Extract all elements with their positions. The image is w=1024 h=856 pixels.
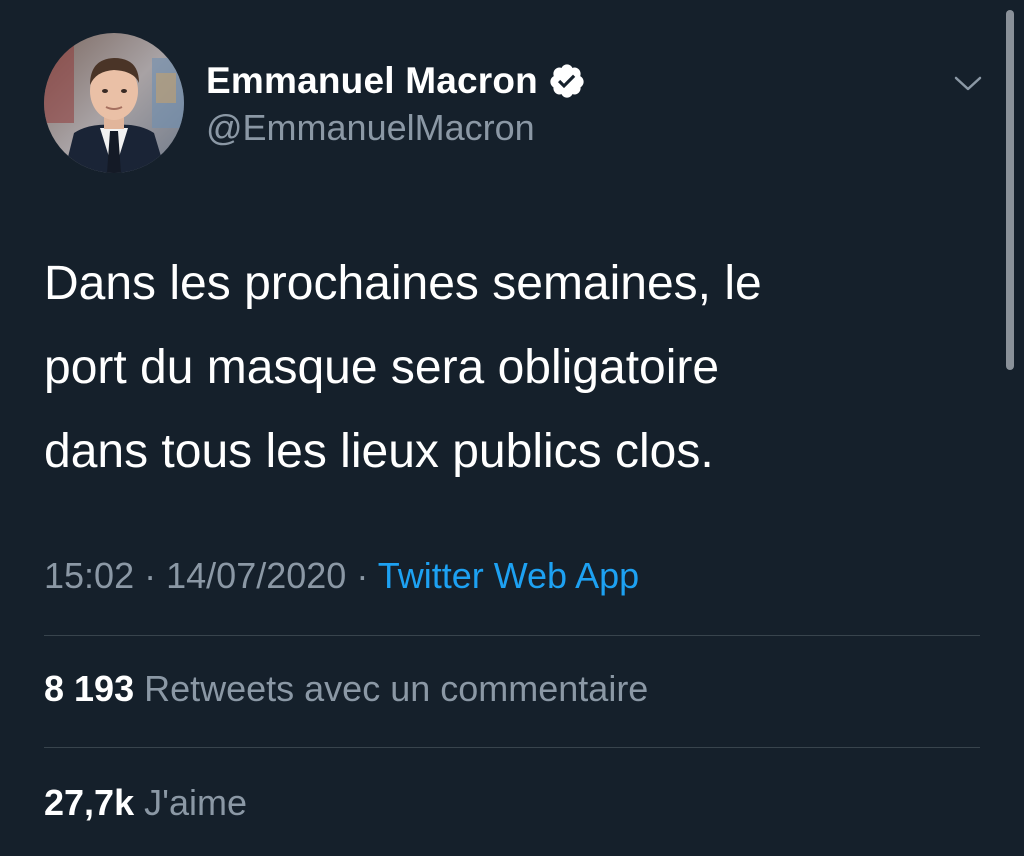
tweet-date[interactable]: 14/07/2020	[166, 555, 346, 596]
tweet-text-line: dans tous les lieux publics clos.	[44, 425, 714, 478]
divider	[44, 635, 980, 636]
scrollbar[interactable]	[1006, 10, 1014, 370]
retweets-stat[interactable]: 8 193 Retweets avec un commentaire	[44, 668, 648, 714]
likes-label: J'aime	[144, 782, 247, 823]
avatar[interactable]	[44, 33, 184, 173]
tweet-text-line: port du masque sera obligatoire	[44, 341, 720, 394]
tweet-text: Dans les prochaines semaines, le port du…	[44, 242, 944, 494]
tweet-menu-button[interactable]	[948, 68, 988, 98]
likes-stat[interactable]: 27,7k J'aime	[44, 782, 247, 828]
retweets-count: 8 193	[44, 668, 135, 709]
author-name-row[interactable]: Emmanuel Macron	[206, 58, 586, 104]
tweet-source-link[interactable]: Twitter Web App	[378, 555, 639, 596]
meta-separator: ·	[144, 555, 157, 596]
likes-count: 27,7k	[44, 782, 135, 823]
tweet-text-line: Dans les prochaines semaines, le	[44, 257, 762, 310]
chevron-down-icon	[954, 76, 982, 91]
meta-separator: ·	[356, 555, 369, 596]
divider	[44, 747, 980, 748]
verified-badge-icon	[548, 62, 586, 100]
author-handle[interactable]: @EmmanuelMacron	[206, 107, 535, 149]
profile-photo-icon	[44, 33, 184, 173]
tweet-time[interactable]: 15:02	[44, 555, 134, 596]
retweets-label: Retweets avec un commentaire	[144, 668, 649, 709]
tweet-metadata: 15:02 · 14/07/2020 · Twitter Web App	[44, 555, 639, 601]
author-display-name[interactable]: Emmanuel Macron	[206, 60, 538, 102]
tweet-detail-screen: Emmanuel Macron @EmmanuelMacron Dans les…	[0, 0, 1024, 856]
